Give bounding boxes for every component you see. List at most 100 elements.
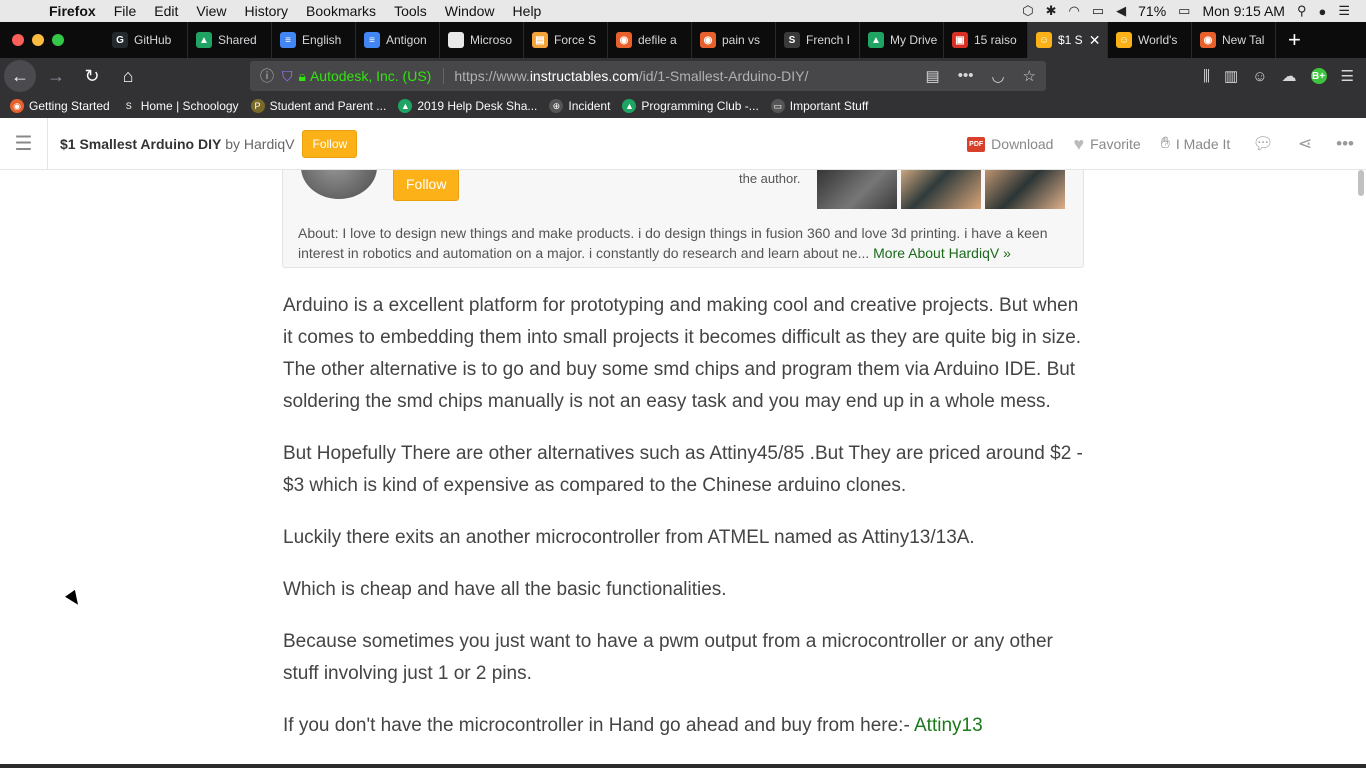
reader-view-icon[interactable]: ▤ — [926, 67, 940, 85]
author-avatar[interactable] — [301, 170, 377, 199]
sidebar-icon[interactable]: ▥ — [1224, 67, 1238, 85]
bookmark-favicon-icon: P — [250, 99, 265, 113]
extension-b-plus-icon[interactable]: B+ — [1310, 68, 1327, 84]
menu-hamburger-icon[interactable]: ☰ — [1341, 67, 1354, 85]
author-note: the author. — [739, 171, 801, 186]
bookmark-item[interactable]: ▭ Important Stuff — [770, 99, 868, 113]
comments-icon[interactable]: 💬︎ — [1240, 134, 1286, 154]
home-button[interactable]: ⌂ — [112, 60, 144, 92]
account-icon[interactable]: ☺ — [1252, 68, 1267, 85]
menu-bookmarks[interactable]: Bookmarks — [297, 3, 385, 19]
attiny13-link[interactable]: Attiny13 — [914, 715, 983, 736]
bookmark-star-icon[interactable]: ☆ — [1023, 67, 1036, 85]
url-text[interactable]: https://www.instructables.com/id/1-Small… — [454, 68, 808, 84]
more-options-icon[interactable]: ••• — [1324, 134, 1366, 154]
article-paragraph: Luckily there exits an another microcont… — [283, 527, 975, 548]
menu-file[interactable]: File — [105, 3, 146, 19]
browser-tab[interactable]: ▣ 15 raiso — [944, 22, 1028, 58]
browser-tab[interactable]: ≡ English — [272, 22, 356, 58]
hand-icon: ✋︎ — [1160, 135, 1170, 152]
minimize-window-button[interactable] — [32, 34, 44, 46]
project-thumbnail[interactable] — [817, 170, 897, 209]
bookmark-item[interactable]: ▲ 2019 Help Desk Sha... — [398, 99, 537, 113]
browser-tab[interactable]: ◉ defile a — [608, 22, 692, 58]
menu-edit[interactable]: Edit — [145, 3, 187, 19]
browser-tab[interactable]: S French I — [776, 22, 860, 58]
site-identity-org[interactable]: Autodesk, Inc. (US) — [310, 68, 445, 84]
bookmark-item[interactable]: S Home | Schoology — [121, 99, 239, 113]
menu-window[interactable]: Window — [436, 3, 504, 19]
follow-button[interactable]: Follow — [302, 129, 358, 158]
browser-tab[interactable]: ≡ Antigon — [356, 22, 440, 58]
close-tab-icon[interactable]: ✕ — [1089, 32, 1101, 49]
download-button[interactable]: PDF Download — [957, 136, 1063, 152]
wifi-icon[interactable]: ◠ — [1068, 3, 1079, 19]
author-follow-button[interactable]: Follow — [393, 170, 460, 201]
browser-tab[interactable]: ◉ pain vs — [692, 22, 776, 58]
clock[interactable]: Mon 9:15 AM — [1202, 3, 1285, 19]
battery-percent[interactable]: 71% — [1138, 3, 1166, 19]
volume-icon[interactable]: ◀ — [1116, 3, 1126, 19]
article-body: Arduino is a excellent platform for prot… — [283, 290, 1083, 762]
i-made-it-button[interactable]: ✋︎ I Made It — [1151, 135, 1241, 153]
close-window-button[interactable] — [12, 34, 24, 46]
project-title[interactable]: $1 Smallest Arduino DIY — [60, 136, 221, 152]
url-bar[interactable]: ⓘ ⛉ 🔒︎ Autodesk, Inc. (US) https://www.i… — [250, 61, 1046, 91]
site-info-icon[interactable]: ⓘ — [250, 66, 280, 86]
page-content: Follow the author. About: I love to desi… — [0, 170, 1366, 768]
reload-button[interactable]: ↻ — [76, 60, 108, 92]
page-actions-icon[interactable]: ••• — [958, 67, 974, 85]
airplay-icon[interactable]: ▭ — [1092, 3, 1104, 19]
share-icon[interactable]: ⋖ — [1286, 134, 1324, 154]
tab-favicon-icon: ◉ — [700, 32, 716, 48]
scrollbar-thumb[interactable] — [1358, 170, 1364, 196]
site-menu-icon[interactable]: ☰ — [0, 117, 48, 170]
author-about: About: I love to design new things and m… — [298, 223, 1068, 263]
favorite-button[interactable]: ♥ Favorite — [1063, 134, 1150, 155]
notification-center-icon[interactable]: ☰ — [1338, 3, 1350, 19]
browser-tab[interactable]: ▲ Shared — [188, 22, 272, 58]
browser-tab[interactable]: ☺ World's — [1108, 22, 1192, 58]
bookmark-item[interactable]: ◉ Getting Started — [10, 99, 110, 113]
zoom-window-button[interactable] — [52, 34, 64, 46]
lock-icon: 🔒︎ — [298, 67, 306, 84]
browser-tab[interactable]: ☺ $1 S ✕ — [1028, 22, 1108, 58]
author-project-thumbnails — [817, 170, 1065, 209]
more-about-author-link[interactable]: More About HardiqV » — [873, 245, 1011, 261]
spotlight-search-icon[interactable]: ⚲ — [1297, 3, 1307, 19]
browser-tab[interactable]: Microso — [440, 22, 524, 58]
browser-tab[interactable]: G GitHub — [104, 22, 188, 58]
bookmark-label: Getting Started — [29, 99, 110, 113]
bookmark-item[interactable]: ⊕ Incident — [549, 99, 610, 113]
library-icon[interactable]: ⫼ — [1203, 68, 1210, 85]
siri-icon[interactable]: ● — [1318, 4, 1326, 19]
menu-tools[interactable]: Tools — [385, 3, 436, 19]
dropbox-icon[interactable]: ⬡ — [1022, 3, 1033, 19]
tab-label: English — [302, 33, 342, 47]
tab-favicon-icon: ◉ — [616, 32, 632, 48]
menu-app-firefox[interactable]: Firefox — [40, 3, 105, 19]
tab-favicon-icon: S — [784, 32, 800, 48]
site-header: ☰ $1 Smallest Arduino DIY by HardiqV Fol… — [0, 117, 1366, 170]
battery-icon[interactable]: ▭ — [1178, 3, 1190, 19]
forward-button[interactable]: → — [40, 60, 72, 92]
project-thumbnail[interactable] — [901, 170, 981, 209]
project-thumbnail[interactable] — [985, 170, 1065, 209]
bookmark-item[interactable]: ▲ Programming Club -... — [622, 99, 759, 113]
browser-tab[interactable]: ▤ Force S — [524, 22, 608, 58]
extension-icon[interactable]: ☁ — [1282, 67, 1297, 85]
pocket-icon[interactable]: ◡ — [991, 67, 1004, 85]
menu-help[interactable]: Help — [504, 3, 551, 19]
tracking-protection-icon[interactable]: ⛉ — [280, 68, 299, 85]
new-tab-button[interactable]: + — [1276, 27, 1313, 53]
bookmark-item[interactable]: P Student and Parent ... — [250, 99, 386, 113]
tab-label: Antigon — [386, 33, 427, 47]
back-button[interactable]: ← — [4, 60, 36, 92]
bluetooth-icon[interactable]: ✱ — [1046, 3, 1057, 19]
browser-tab[interactable]: ▲ My Drive — [860, 22, 944, 58]
menu-history[interactable]: History — [235, 3, 297, 19]
browser-tab[interactable]: ◉ New Tal — [1192, 22, 1276, 58]
tab-favicon-icon: ▣ — [952, 32, 968, 48]
author-link[interactable]: HardiqV — [244, 136, 295, 152]
menu-view[interactable]: View — [187, 3, 235, 19]
